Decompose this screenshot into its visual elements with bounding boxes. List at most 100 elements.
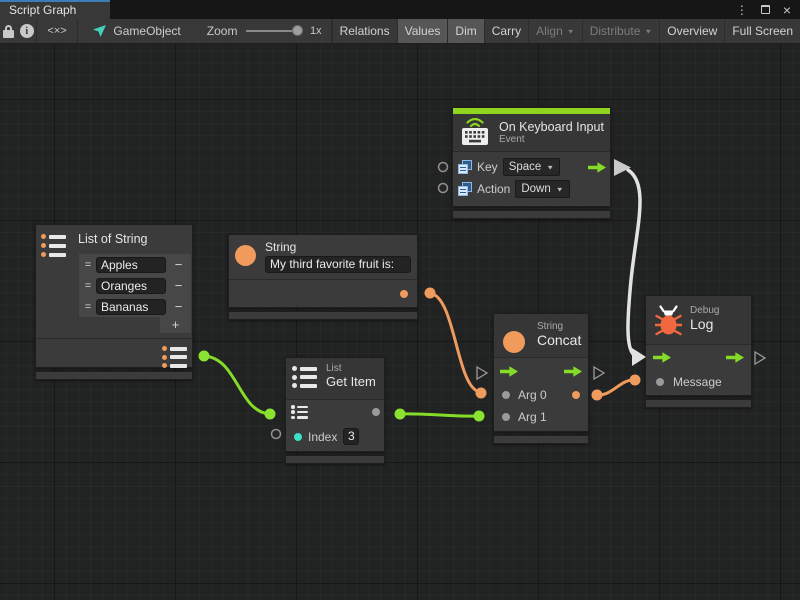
- close-icon[interactable]: ×: [783, 3, 791, 17]
- remove-item-button[interactable]: −: [169, 278, 188, 293]
- list-icon: [292, 366, 318, 388]
- node-footer: [35, 371, 193, 380]
- arg0-label: Arg 0: [518, 388, 547, 402]
- node-concat[interactable]: String Concat Arg 0 Arg 1: [493, 313, 589, 444]
- string-output-port[interactable]: [400, 290, 408, 298]
- list-output-port-icon[interactable]: [162, 346, 188, 368]
- index-row: Index 3: [286, 424, 384, 449]
- result-output-port[interactable]: [572, 391, 580, 399]
- list-item-row: = Oranges −: [79, 275, 191, 296]
- control-output-port[interactable]: [564, 366, 582, 377]
- window-controls: ⋮ ×: [736, 0, 800, 19]
- drag-handle-icon[interactable]: =: [82, 259, 93, 271]
- maximize-icon[interactable]: [761, 5, 770, 14]
- node-footer: [493, 435, 589, 444]
- zoom-slider-handle[interactable]: [292, 25, 303, 36]
- gameobject-icon: [92, 24, 107, 38]
- node-subtitle: Event: [499, 134, 604, 145]
- gameobject-selector[interactable]: GameObject: [92, 24, 180, 38]
- control-row: [494, 358, 588, 384]
- node-title: Get Item: [326, 374, 384, 389]
- relations-button[interactable]: Relations: [332, 19, 397, 43]
- node-list-of-string[interactable]: List of String = Apples − = Oranges −: [35, 224, 193, 380]
- arg1-row: Arg 1: [494, 406, 588, 428]
- node-title: String: [265, 240, 411, 255]
- info-icon: i: [20, 24, 34, 38]
- list-item-field[interactable]: Bananas: [96, 299, 166, 315]
- dim-button[interactable]: Dim: [447, 19, 483, 43]
- fullscreen-button[interactable]: Full Screen: [724, 19, 800, 43]
- control-input-port[interactable]: [500, 366, 518, 377]
- string-output-row: [229, 279, 417, 307]
- arg1-label: Arg 1: [518, 410, 547, 424]
- control-output-port[interactable]: [588, 162, 606, 173]
- list-item-field[interactable]: Apples: [96, 257, 166, 273]
- toolbar-separator: [77, 19, 78, 43]
- window-menu-icon[interactable]: ⋮: [736, 4, 748, 16]
- tab-script-graph[interactable]: Script Graph: [0, 0, 110, 19]
- list-item-row: = Bananas −: [79, 296, 191, 317]
- zoom-label: Zoom: [207, 24, 238, 38]
- info-button[interactable]: i: [18, 19, 36, 43]
- list-input-row: [286, 400, 384, 424]
- node-on-keyboard-input[interactable]: On Keyboard Input Event Key Space ▼: [452, 107, 611, 219]
- gameobject-label: GameObject: [113, 24, 180, 38]
- string-value-field[interactable]: My third favorite fruit is:: [265, 256, 411, 273]
- list-item-field[interactable]: Oranges: [96, 278, 166, 294]
- lock-button[interactable]: [0, 19, 18, 43]
- arg0-input-port[interactable]: [502, 391, 510, 399]
- chevron-down-icon: ▼: [567, 27, 575, 34]
- node-string-literal[interactable]: String My third favorite fruit is:: [228, 234, 418, 320]
- carry-button[interactable]: Carry: [484, 19, 528, 43]
- enum-icon: [458, 182, 472, 196]
- node-title: List of String: [78, 225, 192, 253]
- node-category: List: [326, 363, 384, 374]
- values-button[interactable]: Values: [397, 19, 448, 43]
- zoom-reset-button[interactable]: <×>: [37, 19, 78, 43]
- index-value-field[interactable]: 3: [343, 428, 359, 445]
- remove-item-button[interactable]: −: [169, 257, 188, 272]
- node-title: Log: [690, 316, 751, 332]
- string-type-icon: [235, 245, 256, 266]
- control-row: [646, 345, 751, 370]
- keyboard-icon: [459, 118, 491, 148]
- code-icon: <×>: [47, 25, 66, 37]
- drag-handle-icon[interactable]: =: [82, 301, 93, 313]
- unity-visual-scripting-window: Script Graph ⋮ × i <×> GameObject: [0, 0, 800, 600]
- zoom-value: 1x: [310, 25, 322, 37]
- action-dropdown[interactable]: Down ▼: [515, 180, 569, 198]
- control-output-port[interactable]: [726, 352, 744, 363]
- bug-icon: [655, 304, 682, 337]
- graph-toolbar: i <×> GameObject Zoom 1x Relations Value…: [0, 19, 800, 44]
- tab-title: Script Graph: [9, 3, 76, 17]
- overview-button[interactable]: Overview: [659, 19, 724, 43]
- list-input-port-icon[interactable]: [291, 405, 308, 419]
- node-title: Concat: [537, 332, 588, 348]
- node-category: Debug: [690, 305, 751, 316]
- chevron-down-icon: ▼: [556, 185, 564, 192]
- key-dropdown[interactable]: Space ▼: [503, 158, 561, 176]
- arg1-input-port[interactable]: [502, 413, 510, 421]
- list-item-row: = Apples −: [79, 254, 191, 275]
- control-input-port[interactable]: [653, 352, 671, 363]
- enum-icon: [458, 160, 472, 174]
- node-get-item[interactable]: List Get Item Index 3: [285, 357, 385, 464]
- chevron-down-icon: ▼: [644, 27, 652, 34]
- action-row: Action Down ▼: [453, 178, 610, 200]
- index-label: Index: [308, 430, 337, 444]
- distribute-button[interactable]: Distribute ▼: [582, 19, 660, 43]
- align-button[interactable]: Align ▼: [528, 19, 582, 43]
- node-footer: [452, 210, 611, 219]
- node-debug-log[interactable]: Debug Log Message: [645, 295, 752, 408]
- key-row: Key Space ▼: [453, 156, 610, 178]
- key-label: Key: [477, 160, 498, 174]
- node-footer: [645, 399, 752, 408]
- index-input-port[interactable]: [294, 433, 302, 441]
- remove-item-button[interactable]: −: [169, 299, 188, 314]
- drag-handle-icon[interactable]: =: [82, 280, 93, 292]
- string-type-icon: [503, 331, 525, 353]
- add-item-button[interactable]: +: [159, 317, 192, 334]
- zoom-slider[interactable]: [246, 30, 299, 32]
- message-input-port[interactable]: [656, 378, 664, 386]
- item-output-port[interactable]: [372, 408, 380, 416]
